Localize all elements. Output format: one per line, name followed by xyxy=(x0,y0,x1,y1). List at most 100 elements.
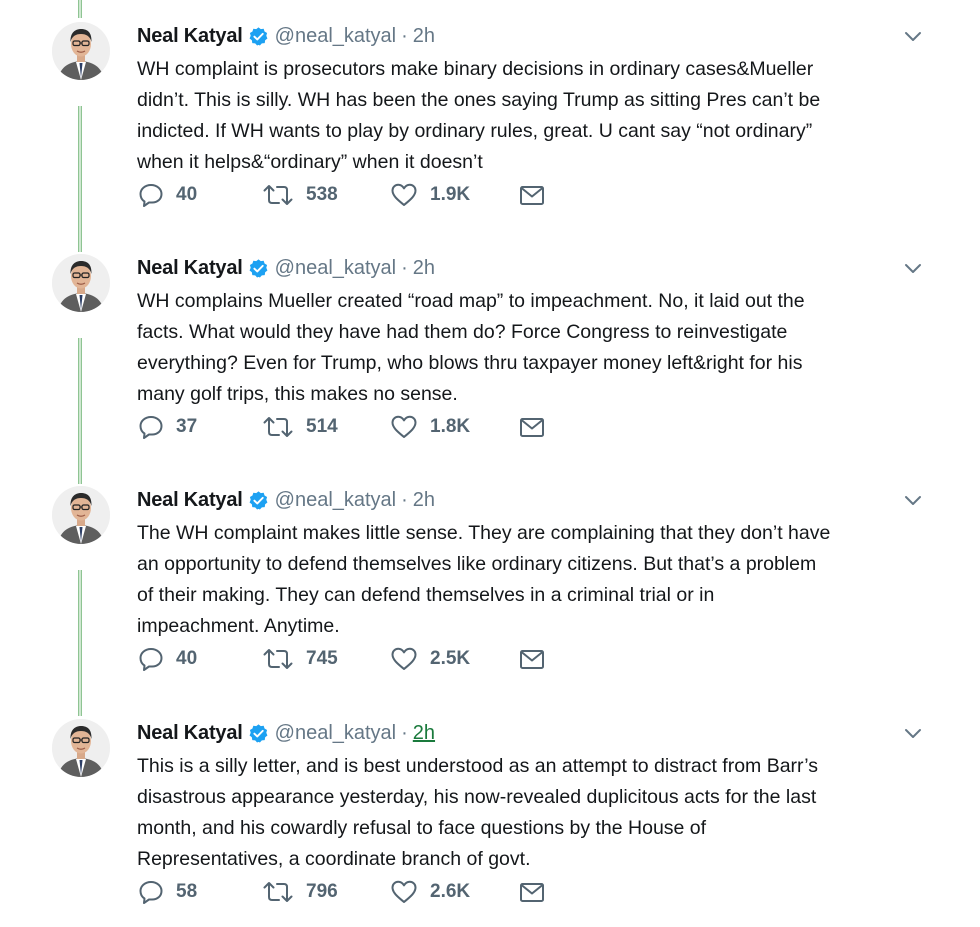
retweet-button[interactable]: 745 xyxy=(262,644,338,674)
tweet-text-line: impeachment. Anytime. xyxy=(137,615,340,637)
avatar[interactable] xyxy=(52,22,110,80)
like-button[interactable]: 2.5K xyxy=(390,644,470,674)
reply-count: 40 xyxy=(176,648,198,669)
direct-message-button[interactable] xyxy=(518,180,546,210)
envelope-icon xyxy=(520,418,544,437)
tweet-text-line: facts. What would they have had them do?… xyxy=(137,321,788,343)
reply-button[interactable]: 37 xyxy=(138,412,197,442)
tweet-actions: 40 745 2.5K xyxy=(138,644,558,674)
tweet-header: Neal Katyal @neal_katyal · 2h xyxy=(137,20,435,52)
chevron-down-icon[interactable] xyxy=(903,30,923,44)
tweet-header: Neal Katyal @neal_katyal · 2h xyxy=(137,717,435,749)
like-button[interactable]: 1.8K xyxy=(390,412,470,442)
chevron-down-icon[interactable] xyxy=(903,262,923,276)
direct-message-button[interactable] xyxy=(518,412,546,442)
like-button[interactable]: 2.6K xyxy=(390,877,470,907)
author-handle[interactable]: @neal_katyal xyxy=(275,722,396,745)
verified-badge-icon xyxy=(248,490,269,511)
timestamp-link[interactable]: 2h xyxy=(413,25,435,48)
author-handle[interactable]: @neal_katyal xyxy=(275,25,396,48)
chevron-down-icon[interactable] xyxy=(903,727,923,741)
verified-badge-icon xyxy=(248,258,269,279)
retweet-button[interactable]: 796 xyxy=(262,877,338,907)
timestamp-link[interactable]: 2h xyxy=(413,489,435,512)
separator-dot: · xyxy=(401,721,408,744)
avatar[interactable] xyxy=(52,486,110,544)
avatar-portrait-icon xyxy=(52,22,110,80)
avatar[interactable] xyxy=(52,719,110,777)
tweet-text-line: when it helps&“ordinary” when it doesn’t xyxy=(137,151,483,173)
like-count: 1.9K xyxy=(430,184,471,205)
retweet-icon xyxy=(263,185,293,205)
tweet-actions: 37 514 1.8K xyxy=(138,412,558,442)
heart-icon xyxy=(391,415,417,438)
tweet-text: WH complains Mueller created “road map” … xyxy=(137,286,927,410)
avatar[interactable] xyxy=(52,254,110,312)
author-handle[interactable]: @neal_katyal xyxy=(275,257,396,280)
author-name[interactable]: Neal Katyal xyxy=(137,722,243,745)
reply-button[interactable]: 58 xyxy=(138,877,197,907)
avatar-portrait-icon xyxy=(52,719,110,777)
tweet-text-line: The WH complaint makes little sense. The… xyxy=(137,522,831,544)
verified-badge-icon xyxy=(248,723,269,744)
tweet-text: The WH complaint makes little sense. The… xyxy=(137,518,927,642)
retweet-count: 796 xyxy=(306,881,338,902)
like-count: 1.8K xyxy=(430,416,471,437)
tweet[interactable]: Neal Katyal @neal_katyal · 2h WH complai… xyxy=(0,0,980,232)
author-name[interactable]: Neal Katyal xyxy=(137,257,243,280)
verified-badge-icon xyxy=(248,26,269,47)
tweet-text-line: an opportunity to defend themselves like… xyxy=(137,553,817,575)
reply-count: 37 xyxy=(176,416,198,437)
retweet-icon xyxy=(263,649,293,669)
timestamp-link[interactable]: 2h xyxy=(413,257,435,280)
envelope-icon xyxy=(520,883,544,902)
tweet-header: Neal Katyal @neal_katyal · 2h xyxy=(137,484,435,516)
reply-icon xyxy=(139,184,163,207)
chevron-down-icon[interactable] xyxy=(903,494,923,508)
tweet-text-line: Representatives, a coordinate branch of … xyxy=(137,848,531,870)
reply-button[interactable]: 40 xyxy=(138,180,197,210)
reply-count: 58 xyxy=(176,881,198,902)
heart-icon xyxy=(391,880,417,903)
retweet-count: 745 xyxy=(306,648,338,669)
reply-count: 40 xyxy=(176,184,198,205)
tweet-text-line: month, and his cowardly refusal to face … xyxy=(137,817,707,839)
reply-button[interactable]: 40 xyxy=(138,644,197,674)
like-button[interactable]: 1.9K xyxy=(390,180,470,210)
retweet-button[interactable]: 514 xyxy=(262,412,338,442)
tweet[interactable]: Neal Katyal @neal_katyal · 2h WH complai… xyxy=(0,232,980,464)
direct-message-button[interactable] xyxy=(518,644,546,674)
separator-dot: · xyxy=(401,488,408,511)
tweet-text-line: WH complaint is prosecutors make binary … xyxy=(137,58,814,80)
retweet-count: 514 xyxy=(306,416,338,437)
author-handle[interactable]: @neal_katyal xyxy=(275,489,396,512)
envelope-icon xyxy=(520,186,544,205)
tweet[interactable]: Neal Katyal @neal_katyal · 2h The WH com… xyxy=(0,464,980,696)
tweet-text: WH complaint is prosecutors make binary … xyxy=(137,54,927,178)
timestamp-link[interactable]: 2h xyxy=(413,722,435,745)
tweet-text-line: didn’t. This is silly. WH has been the o… xyxy=(137,89,821,111)
tweet-text-line: indicted. If WH wants to play by ordinar… xyxy=(137,120,813,142)
author-name[interactable]: Neal Katyal xyxy=(137,25,243,48)
separator-dot: · xyxy=(401,24,408,47)
reply-icon xyxy=(139,881,163,904)
reply-icon xyxy=(139,416,163,439)
avatar-portrait-icon xyxy=(52,486,110,544)
tweet-text-line: WH complains Mueller created “road map” … xyxy=(137,290,805,312)
tweet[interactable]: Neal Katyal @neal_katyal · 2h This is a … xyxy=(0,697,980,927)
direct-message-button[interactable] xyxy=(518,877,546,907)
tweet-actions: 40 538 1.9K xyxy=(138,180,558,210)
author-name[interactable]: Neal Katyal xyxy=(137,489,243,512)
tweet-text: This is a silly letter, and is best unde… xyxy=(137,751,927,875)
like-count: 2.5K xyxy=(430,648,471,669)
retweet-icon xyxy=(263,417,293,437)
retweet-button[interactable]: 538 xyxy=(262,180,338,210)
retweet-count: 538 xyxy=(306,184,338,205)
envelope-icon xyxy=(520,650,544,669)
tweet-header: Neal Katyal @neal_katyal · 2h xyxy=(137,252,435,284)
separator-dot: · xyxy=(401,256,408,279)
like-count: 2.6K xyxy=(430,881,471,902)
tweet-text-line: This is a silly letter, and is best unde… xyxy=(137,755,818,777)
retweet-icon xyxy=(263,882,293,902)
tweet-actions: 58 796 2.6K xyxy=(138,877,558,907)
